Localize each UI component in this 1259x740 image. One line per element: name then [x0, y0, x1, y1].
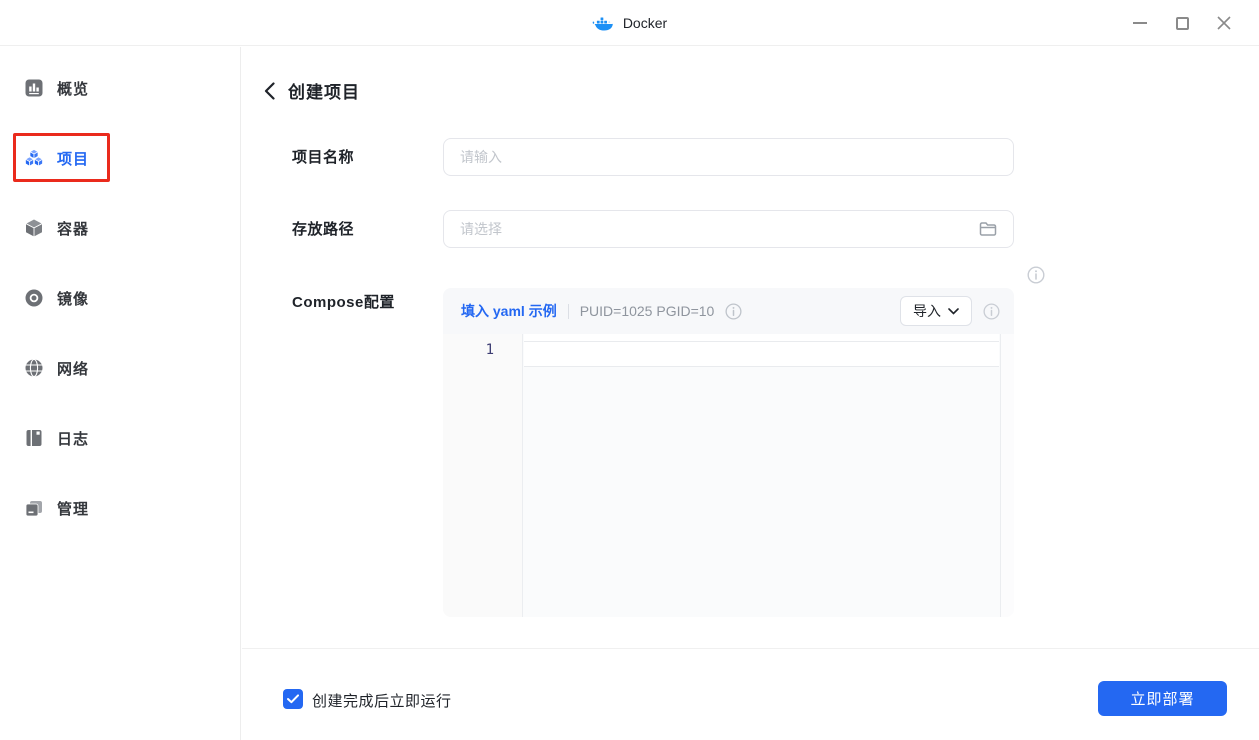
docker-app-window: Docker 概览 项目 容器 镜像 网络 日志 管理 创建项目 项目名称 请输… — [0, 0, 1259, 740]
sidebar-item-label: 项目 — [57, 150, 90, 168]
sidebar-item-manage[interactable]: 管理 — [0, 486, 240, 530]
back-icon[interactable] — [264, 81, 275, 100]
window-controls — [1119, 0, 1245, 46]
projects-icon — [24, 149, 44, 167]
toolbar-divider — [567, 303, 569, 319]
manage-icon — [25, 501, 42, 517]
sidebar-item-network[interactable]: 网络 — [0, 346, 240, 390]
docker-whale-icon — [592, 17, 613, 31]
sidebar-item-label: 容器 — [57, 220, 90, 238]
storage-path-input[interactable] — [443, 210, 1014, 248]
editor-scrollbar-track[interactable] — [1000, 334, 1014, 617]
logs-icon — [26, 430, 42, 446]
project-name-label: 项目名称 — [292, 149, 355, 166]
page-title: 创建项目 — [288, 83, 360, 102]
deploy-now-button[interactable]: 立即部署 — [1098, 681, 1227, 716]
path-info-icon[interactable] — [1027, 266, 1045, 284]
editor-top-padding — [524, 334, 999, 341]
sidebar-item-label: 网络 — [57, 360, 90, 378]
compose-config-box: 填入 yaml 示例 PUID=1025 PGID=10 导入 1 — [443, 288, 1014, 617]
import-info-icon[interactable] — [983, 302, 1000, 320]
puid-info-icon[interactable] — [725, 302, 742, 320]
sidebar-item-label: 概览 — [57, 80, 90, 98]
compose-config-label: Compose配置 — [292, 294, 395, 311]
sidebar-item-projects[interactable]: 项目 — [0, 133, 240, 182]
minimize-icon[interactable] — [1119, 0, 1161, 46]
import-button[interactable]: 导入 — [900, 296, 972, 326]
sidebar-item-label: 日志 — [57, 430, 90, 448]
sidebar-item-images[interactable]: 镜像 — [0, 276, 240, 320]
fill-yaml-example-link[interactable]: 填入 yaml 示例 — [461, 301, 557, 321]
check-icon — [287, 694, 299, 704]
sidebar-item-logs[interactable]: 日志 — [0, 416, 240, 460]
main-content: 创建项目 项目名称 存放路径 Compose配置 填入 yaml 示例 PUID… — [242, 47, 1259, 740]
sidebar-item-containers[interactable]: 容器 — [0, 206, 240, 250]
editor-gutter: 1 — [443, 334, 523, 617]
line-number: 1 — [485, 342, 494, 358]
sidebar-item-label: 镜像 — [57, 290, 90, 308]
close-icon[interactable] — [1203, 0, 1245, 46]
images-icon — [25, 289, 43, 307]
sidebar: 概览 项目 容器 镜像 网络 日志 管理 — [0, 47, 241, 740]
project-name-input[interactable] — [443, 138, 1014, 176]
editor-active-line — [524, 341, 999, 367]
chevron-down-icon — [948, 307, 959, 315]
network-icon — [25, 358, 43, 378]
sidebar-item-label: 管理 — [57, 500, 90, 518]
page-header: 创建项目 — [264, 78, 360, 103]
sidebar-item-overview[interactable]: 概览 — [0, 66, 240, 110]
titlebar-app-identity: Docker — [592, 0, 667, 46]
run-after-create-checkbox[interactable] — [283, 689, 303, 709]
containers-icon — [25, 219, 43, 237]
maximize-icon[interactable] — [1161, 0, 1203, 46]
run-after-create-label[interactable]: 创建完成后立即运行 — [312, 690, 452, 711]
app-title: Docker — [622, 15, 668, 31]
compose-toolbar: 填入 yaml 示例 PUID=1025 PGID=10 导入 — [443, 288, 1014, 334]
yaml-code-editor[interactable]: 1 — [443, 334, 1014, 617]
puid-pgid-text: PUID=1025 PGID=10 — [579, 303, 715, 319]
storage-path-label: 存放路径 — [292, 221, 355, 238]
footer-bar: 创建完成后立即运行 立即部署 — [242, 648, 1259, 740]
overview-icon — [25, 79, 43, 97]
folder-icon[interactable] — [978, 219, 998, 239]
import-button-label: 导入 — [913, 303, 941, 319]
titlebar: Docker — [0, 0, 1259, 46]
